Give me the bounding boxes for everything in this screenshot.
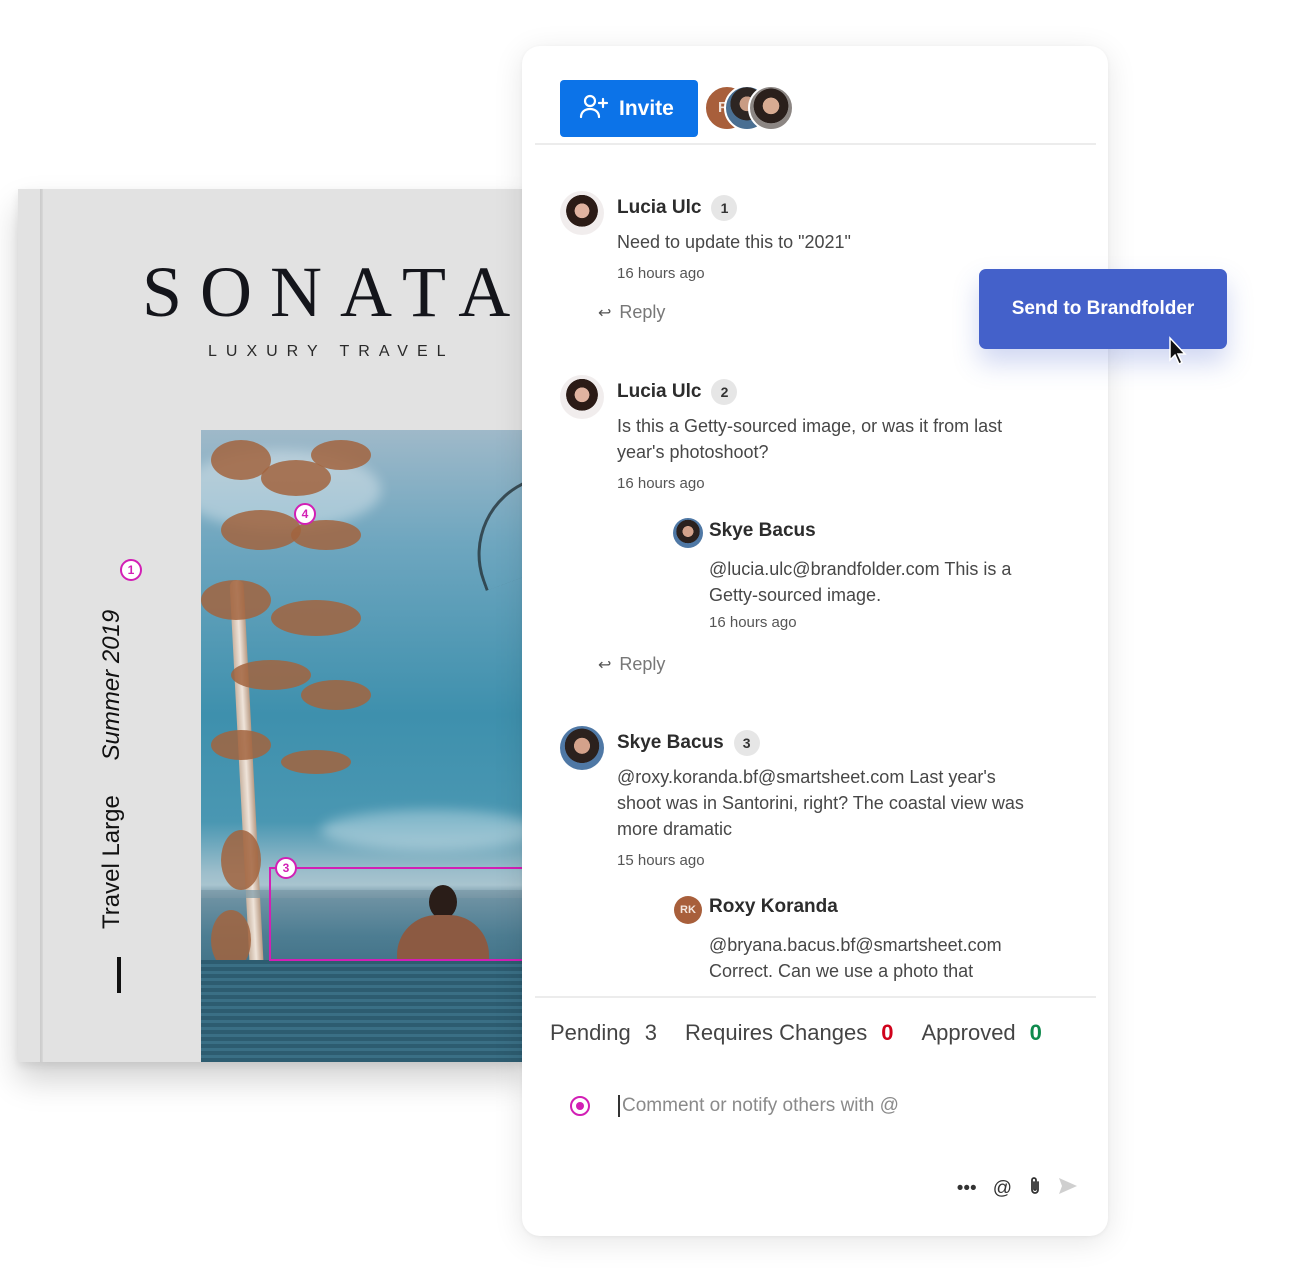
spine-dash: [117, 957, 121, 993]
comment-author: Lucia Ulc: [617, 381, 702, 402]
reply-icon: ↩: [598, 656, 612, 674]
comment-author: Lucia Ulc: [617, 197, 702, 218]
requires-changes-count: 0: [881, 1020, 894, 1045]
comment-timestamp: 15 hours ago: [617, 852, 705, 869]
palm-frond: [455, 479, 528, 591]
magazine-title: SONATA: [142, 252, 529, 332]
reply-author: Roxy Koranda: [709, 896, 838, 917]
reply-author: Skye Bacus: [709, 520, 816, 541]
reply-body: @bryana.bacus.bf@smartsheet.com Correct.…: [709, 935, 1002, 981]
reply-icon: ↩: [598, 304, 612, 322]
comment-body: @roxy.koranda.bf@smartsheet.com Last yea…: [617, 767, 1024, 839]
comments-panel: Invite R Lucia Ulc 1 Need to update this…: [522, 46, 1108, 1236]
comment-composer: [570, 1086, 1070, 1126]
spine-text-travel: Travel Large: [98, 795, 125, 929]
send-icon[interactable]: [1058, 1177, 1078, 1201]
reply-timestamp: 16 hours ago: [709, 614, 797, 631]
add-user-icon: [579, 93, 609, 125]
more-icon[interactable]: •••: [957, 1178, 977, 1200]
comment-number-badge[interactable]: 1: [711, 195, 738, 221]
cover-photo: [201, 430, 528, 1062]
comment-number-badge[interactable]: 2: [711, 379, 738, 405]
infinity-pool: [201, 960, 528, 1062]
avatar: [560, 726, 604, 770]
status-approved[interactable]: Approved 0: [921, 1020, 1041, 1046]
comment-timestamp: 16 hours ago: [617, 475, 705, 492]
attach-icon[interactable]: [1028, 1176, 1042, 1202]
divider: [535, 996, 1096, 998]
annotation-target-icon[interactable]: [570, 1096, 590, 1116]
reply-body: @lucia.ulc@brandfolder.com This is a Get…: [709, 559, 1012, 605]
spine-text-season: Summer 2019: [98, 609, 125, 761]
annotation-pin-4[interactable]: 4: [294, 503, 316, 525]
approved-count: 0: [1029, 1020, 1042, 1045]
avatar[interactable]: [748, 85, 794, 131]
magazine-subtitle: LUXURY TRAVEL: [208, 343, 455, 360]
status-pending[interactable]: Pending 3: [550, 1020, 657, 1046]
reply-button[interactable]: ↩ Reply: [598, 302, 665, 323]
comment-number-badge[interactable]: 3: [733, 730, 760, 756]
invite-label: Invite: [619, 96, 674, 120]
avatar: [673, 518, 703, 548]
pending-count: 3: [644, 1020, 657, 1045]
panel-header: Invite R: [535, 46, 1096, 145]
comment-timestamp: 16 hours ago: [617, 265, 705, 282]
magazine-spine-text: Travel Large Summer 2019: [98, 569, 138, 929]
avatar: [560, 191, 604, 235]
send-to-brandfolder-button[interactable]: Send to Brandfolder: [979, 269, 1227, 349]
comment-body: Need to update this to "2021": [617, 232, 851, 252]
reply-button[interactable]: ↩ Reply: [598, 654, 665, 675]
magazine-spine: [40, 189, 43, 1062]
avatar: RK: [674, 896, 702, 924]
comment-author: Skye Bacus: [617, 732, 724, 753]
mention-icon[interactable]: @: [993, 1178, 1012, 1200]
annotation-pin-1[interactable]: 1: [120, 559, 142, 581]
status-requires-changes[interactable]: Requires Changes 0: [685, 1020, 893, 1046]
avatar: [560, 375, 604, 419]
comment-input[interactable]: [618, 1095, 1038, 1117]
invite-button[interactable]: Invite: [560, 80, 698, 137]
annotation-region-3[interactable]: [269, 867, 529, 961]
review-status-summary: Pending 3 Requires Changes 0 Approved 0: [550, 1020, 1042, 1046]
composer-toolbar: ••• @: [957, 1176, 1078, 1202]
comment-body: Is this a Getty-sourced image, or was it…: [617, 416, 1003, 462]
annotation-pin-3[interactable]: 3: [275, 857, 297, 879]
